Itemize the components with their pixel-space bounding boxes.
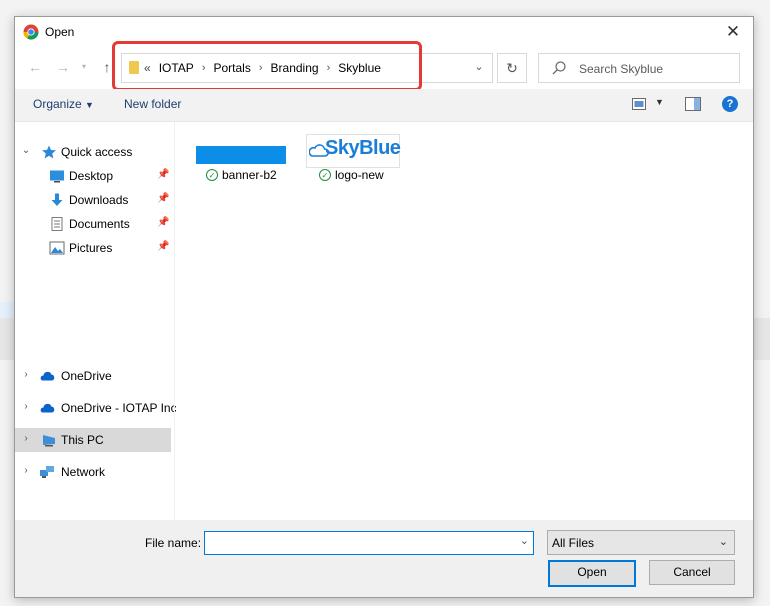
- breadcrumb-iotap[interactable]: IOTAP: [159, 61, 194, 75]
- computer-icon: [43, 435, 55, 447]
- pin-icon[interactable]: 📌: [157, 241, 169, 252]
- sidebar-item-label: Quick access: [61, 145, 133, 159]
- sidebar-item-label: Downloads: [69, 193, 129, 207]
- sidebar-item-label: OneDrive - IOTAP Inc: [61, 401, 177, 415]
- expand-right-icon[interactable]: ›: [20, 433, 32, 444]
- refresh-button[interactable]: ↻: [497, 53, 527, 83]
- sidebar-item-pictures[interactable]: Pictures 📌: [15, 236, 173, 260]
- recent-locations-button[interactable]: ▾: [79, 57, 89, 77]
- breadcrumb-skyblue[interactable]: Skyblue: [338, 61, 381, 75]
- sidebar-item-onedrive-iotap[interactable]: › OneDrive - IOTAP Inc: [15, 396, 176, 420]
- address-dropdown-button[interactable]: ⌄: [470, 57, 488, 77]
- expand-right-icon[interactable]: ›: [20, 401, 32, 412]
- search-input[interactable]: Search Skyblue: [579, 62, 663, 76]
- view-options-icon[interactable]: [632, 97, 646, 111]
- expand-right-icon[interactable]: ›: [20, 369, 32, 380]
- file-type-value: All Files: [552, 536, 595, 550]
- chevron-down-icon: ⌄: [718, 536, 728, 548]
- help-icon[interactable]: ?: [722, 96, 738, 112]
- chrome-icon: [23, 24, 39, 40]
- banner-thumbnail[interactable]: [196, 146, 286, 164]
- desktop-icon: [50, 170, 64, 183]
- sidebar-item-downloads[interactable]: Downloads 📌: [15, 188, 173, 212]
- sidebar-item-label: This PC: [61, 433, 104, 447]
- breadcrumb: « IOTAP › Portals › Branding › Skyblue: [144, 61, 381, 75]
- sidebar-item-quick-access[interactable]: ⌄ Quick access: [15, 140, 173, 164]
- synced-check-icon: ✓: [319, 169, 331, 181]
- navigation-pane: ⌄ Quick access Desktop 📌 Downloads 📌 Doc…: [15, 122, 177, 520]
- up-button[interactable]: ↑: [97, 57, 117, 77]
- search-icon: [552, 61, 566, 75]
- dialog-footer: File name: ⌄ All Files ⌄ Open Cancel: [15, 520, 753, 597]
- sidebar-item-documents[interactable]: Documents 📌: [15, 212, 173, 236]
- pin-icon[interactable]: 📌: [157, 217, 169, 228]
- breadcrumb-overflow[interactable]: «: [144, 61, 151, 75]
- network-icon: [40, 466, 54, 478]
- cloud-icon: [40, 403, 55, 413]
- pin-icon[interactable]: 📌: [157, 193, 169, 204]
- sidebar-item-desktop[interactable]: Desktop 📌: [15, 164, 173, 188]
- file-name-label: banner-b2: [222, 168, 277, 182]
- logo-text: SkyBlue: [325, 137, 401, 159]
- chevron-down-icon[interactable]: ⌄: [520, 534, 529, 547]
- search-box[interactable]: Search Skyblue: [538, 53, 740, 83]
- documents-icon: [51, 217, 63, 231]
- breadcrumb-chevron-icon[interactable]: ›: [327, 62, 331, 74]
- title-bar: Open ✕: [15, 17, 753, 47]
- sidebar-item-label: Network: [61, 465, 106, 479]
- sidebar-item-label: OneDrive: [61, 369, 112, 383]
- expand-down-icon[interactable]: ⌄: [20, 145, 32, 156]
- star-icon: [42, 145, 56, 159]
- chevron-down-icon: ▼: [85, 100, 94, 110]
- pictures-icon: [49, 241, 65, 255]
- open-button[interactable]: Open: [548, 560, 636, 587]
- organize-label: Organize: [33, 97, 82, 111]
- organize-button[interactable]: Organize ▼: [33, 97, 94, 111]
- window-title: Open: [45, 25, 75, 39]
- breadcrumb-branding[interactable]: Branding: [271, 61, 319, 75]
- file-list: ✓ banner-b2 SkyBlue ✓ logo-new: [176, 122, 753, 520]
- logo-thumbnail[interactable]: SkyBlue: [306, 134, 401, 168]
- breadcrumb-chevron-icon[interactable]: ›: [259, 62, 263, 74]
- file-item-logo-new[interactable]: ✓ logo-new: [319, 168, 384, 182]
- sidebar-item-onedrive[interactable]: › OneDrive: [15, 364, 173, 388]
- sidebar-item-this-pc[interactable]: › This PC: [15, 428, 171, 452]
- file-item-banner-b2[interactable]: ✓ banner-b2: [206, 168, 277, 182]
- close-button[interactable]: ✕: [719, 20, 747, 44]
- synced-check-icon: ✓: [206, 169, 218, 181]
- pane-divider[interactable]: [174, 122, 175, 520]
- back-button[interactable]: ←: [25, 57, 45, 77]
- pin-icon[interactable]: 📌: [157, 169, 169, 180]
- sidebar-item-network[interactable]: › Network: [15, 460, 173, 484]
- expand-right-icon[interactable]: ›: [20, 465, 32, 476]
- breadcrumb-chevron-icon[interactable]: ›: [202, 62, 206, 74]
- cancel-button[interactable]: Cancel: [649, 560, 735, 585]
- file-name-input[interactable]: ⌄: [204, 531, 534, 555]
- view-dropdown-button[interactable]: ▼: [655, 97, 664, 107]
- command-bar: Organize ▼ New folder ▼ ?: [15, 89, 753, 122]
- sidebar-item-label: Pictures: [69, 241, 113, 255]
- sidebar-item-label: Documents: [69, 217, 130, 231]
- new-folder-button[interactable]: New folder: [124, 97, 181, 111]
- file-name-label: File name:: [145, 536, 202, 550]
- file-name-label: logo-new: [335, 168, 384, 182]
- file-type-select[interactable]: All Files ⌄: [547, 530, 735, 555]
- breadcrumb-portals[interactable]: Portals: [213, 61, 250, 75]
- cloud-icon: [40, 371, 55, 381]
- open-dialog: Open ✕ ← → ▾ ↑ « IOTAP › Portals › Brand…: [14, 16, 754, 598]
- forward-button[interactable]: →: [53, 57, 73, 77]
- download-icon: [51, 193, 63, 206]
- sidebar-item-label: Desktop: [69, 169, 114, 183]
- folder-icon: [129, 61, 139, 74]
- preview-pane-icon[interactable]: [685, 97, 701, 111]
- address-bar[interactable]: « IOTAP › Portals › Branding › Skyblue ⌄: [121, 53, 493, 83]
